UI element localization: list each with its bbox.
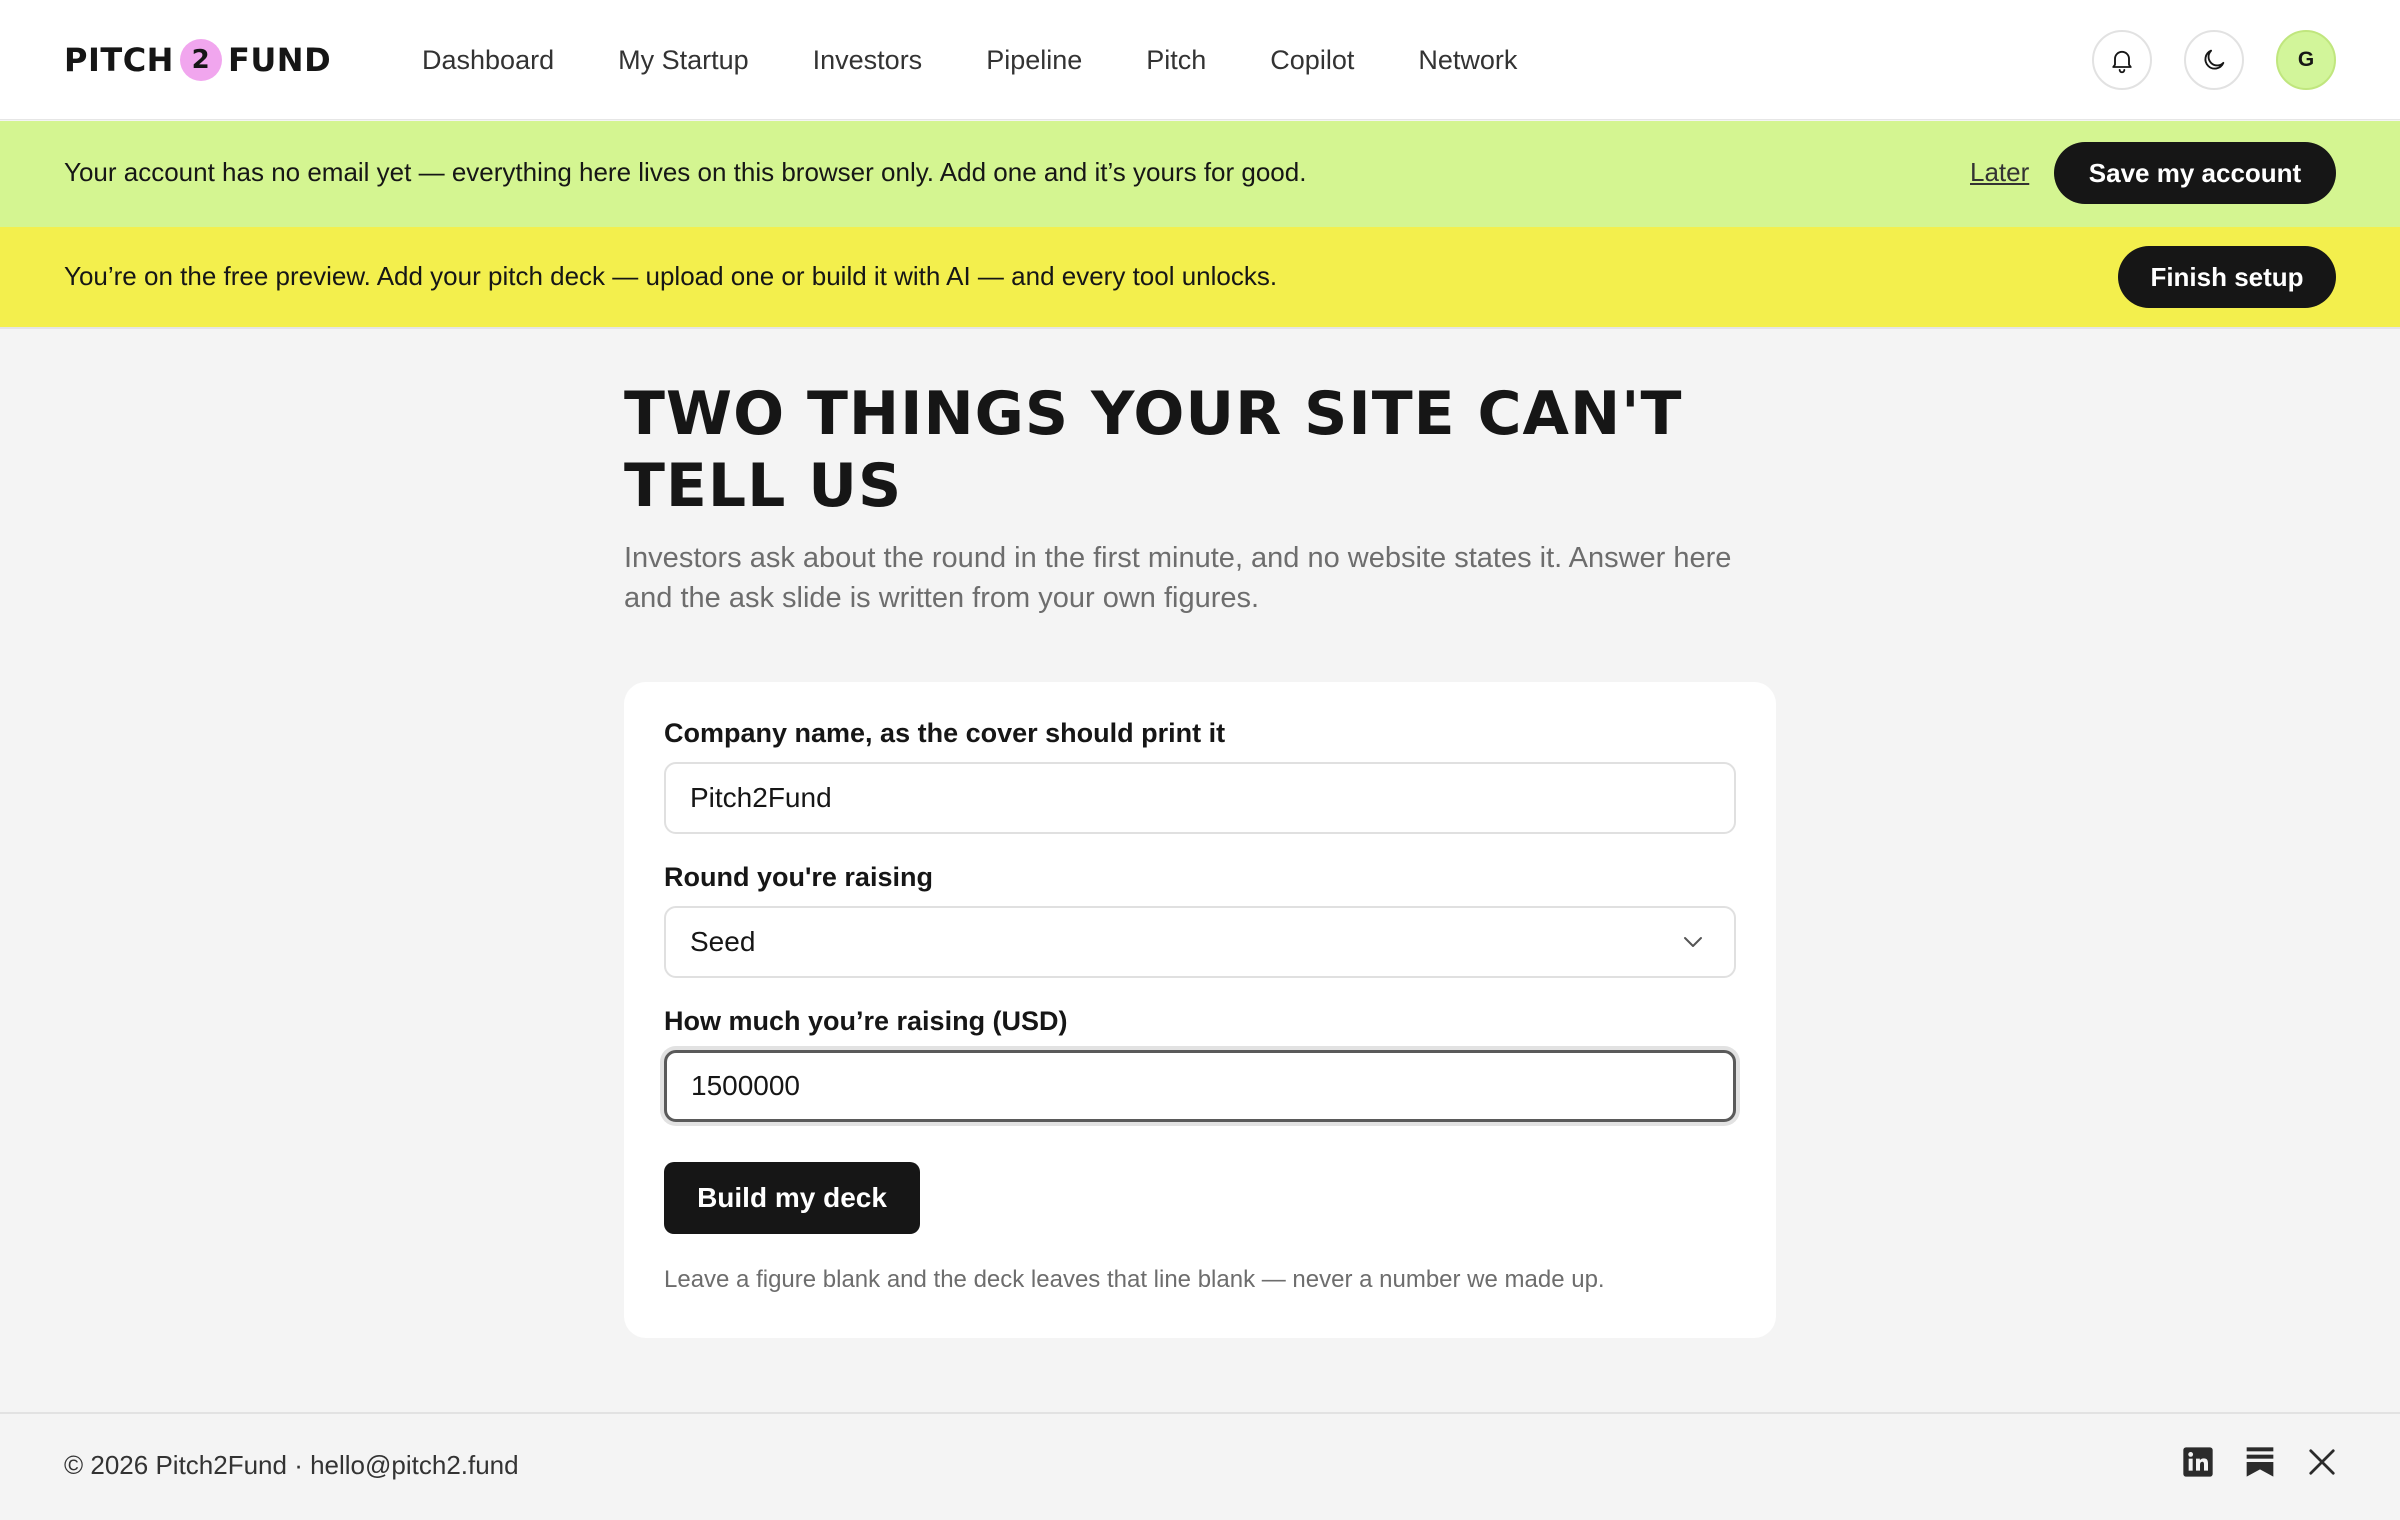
page-title: TWO THINGS YOUR SITE CAN'T TELL US [624,378,1744,522]
notifications-button[interactable] [2092,30,2152,90]
page-footer: © 2026 Pitch2Fund · hello@pitch2.fund [0,1412,2400,1520]
preview-banner-message: You’re on the free preview. Add your pit… [64,261,1278,291]
bell-icon [2112,50,2132,74]
theme-toggle-button[interactable] [2184,30,2244,90]
page-subtitle-line-2: and the ask slide is written from your o… [624,582,1260,614]
amount-label: How much you’re raising (USD) [664,1006,1068,1036]
page-subtitle-line-1: Investors ask about the round in the fir… [624,542,1732,574]
nav-item-dashboard[interactable]: Dashboard [422,45,554,76]
nav-item-investors[interactable]: Investors [813,45,923,76]
round-select[interactable]: Seed [664,906,1736,978]
page-title-line-1: TWO THINGS YOUR SITE CAN'T [624,379,1683,449]
top-navigation-bar: PITCH 2 FUND Dashboard My Startup Invest… [0,0,2400,120]
substack-link[interactable] [2242,1444,2278,1480]
logo-text-left: PITCH [64,41,174,79]
preview-banner: You’re on the free preview. Add your pit… [0,227,2400,329]
logo-text-right: FUND [227,41,332,79]
logo-badge: 2 [179,39,222,81]
company-name-label: Company name, as the cover should print … [664,718,1226,748]
brand-logo[interactable]: PITCH 2 FUND [64,38,331,82]
user-avatar[interactable]: G [2276,30,2336,90]
page-subtitle: Investors ask about the round in the fir… [624,538,1764,618]
later-link[interactable]: Later [1970,157,2029,188]
nav-item-network[interactable]: Network [1418,45,1517,76]
nav-item-copilot[interactable]: Copilot [1270,45,1354,76]
account-banner-message: Your account has no email yet — everythi… [64,157,1307,187]
form-footnote: Leave a figure blank and the deck leaves… [664,1266,1605,1293]
footer-copyright: © 2026 Pitch2Fund · hello@pitch2.fund [64,1450,519,1480]
linkedin-icon [2183,1447,2213,1477]
x-icon [2309,1449,2335,1475]
round-details-form: Company name, as the cover should print … [624,682,1776,1338]
round-label: Round you're raising [664,862,933,892]
finish-setup-button[interactable]: Finish setup [2118,246,2336,308]
amount-input[interactable]: 1500000 [664,1050,1736,1122]
page-title-line-2: TELL US [624,451,903,521]
linkedin-link[interactable] [2180,1444,2216,1480]
chevron-down-icon [1684,937,1702,947]
substack-icon [2246,1447,2274,1477]
build-deck-button[interactable]: Build my deck [664,1162,920,1234]
company-name-input[interactable]: Pitch2Fund [664,762,1736,834]
nav-item-my-startup[interactable]: My Startup [618,45,749,76]
account-banner: Your account has no email yet — everythi… [0,121,2400,227]
moon-icon [2204,49,2225,70]
save-account-button[interactable]: Save my account [2054,142,2336,204]
nav-item-pitch[interactable]: Pitch [1146,45,1206,76]
x-link[interactable] [2304,1444,2340,1480]
main-nav: Dashboard My Startup Investors Pipeline … [422,40,1517,80]
round-select-value: Seed [690,926,756,957]
nav-item-pipeline[interactable]: Pipeline [986,45,1082,76]
